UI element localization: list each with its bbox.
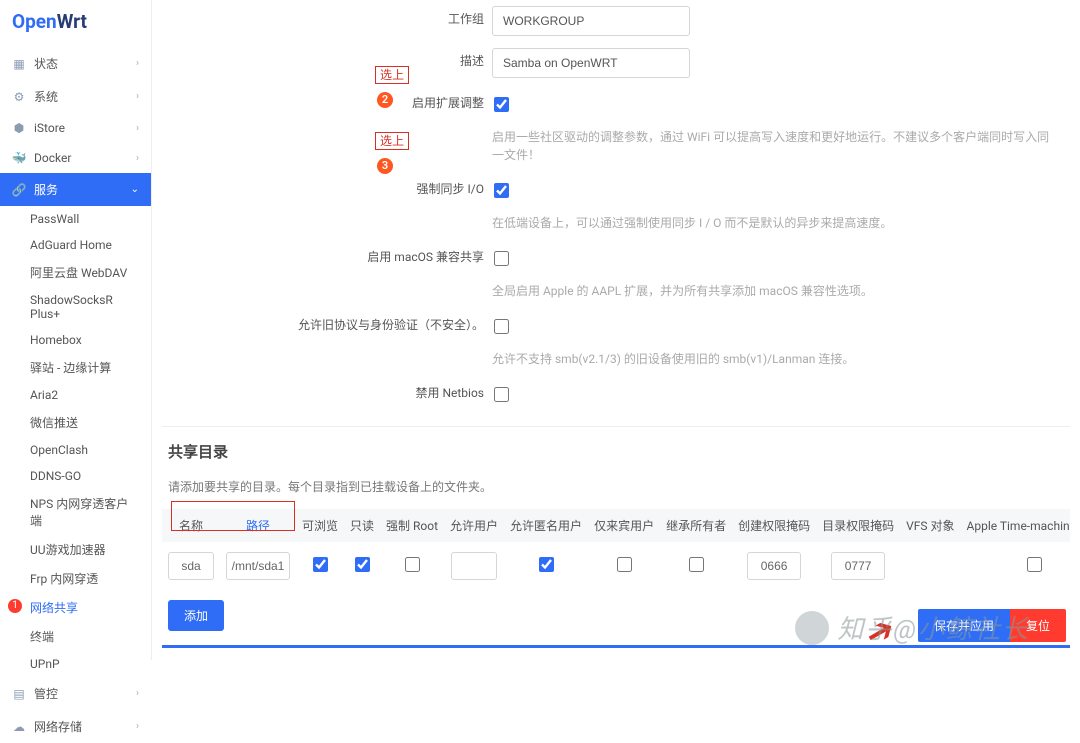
label-macos: 启用 macOS 兼容共享 (162, 242, 492, 265)
chevron-down-icon: ⌄ (131, 184, 139, 195)
chevron-right-icon: › (136, 153, 139, 164)
th-cmask: 创建权限掩码 (732, 509, 816, 542)
share-apple-checkbox[interactable] (1027, 557, 1042, 572)
legacy-checkbox[interactable] (494, 319, 509, 334)
shares-desc: 请添加要共享的目录。每个目录指到已挂载设备上的文件夹。 (152, 466, 1080, 509)
netbios-checkbox[interactable] (494, 387, 509, 402)
add-button[interactable]: 添加 (168, 600, 224, 631)
sidebar-item-system[interactable]: ⚙系统› (0, 80, 151, 113)
share-readonly-checkbox[interactable] (355, 557, 370, 572)
sidebar: OpenWrt ▦状态› ⚙系统› ⬢iStore› 🐳Docker› 🔗服务⌄… (0, 0, 152, 660)
label-desc: 描述 (162, 46, 492, 69)
share-allow-input[interactable] (451, 552, 497, 580)
share-guest-checkbox[interactable] (617, 557, 632, 572)
th-guest: 仅来宾用户 (588, 509, 660, 542)
save-apply-button[interactable]: 保存并应用 (918, 609, 1010, 642)
chevron-right-icon: › (136, 58, 139, 69)
help-macos: 全局启用 Apple 的 AAPL 扩展，并为所有共享添加 macOS 兼容性选… (492, 282, 1052, 300)
th-dmask: 目录权限掩码 (816, 509, 900, 542)
label-workgroup: 工作组 (162, 4, 492, 27)
table-row (162, 542, 1070, 590)
sliders-icon: ▤ (12, 687, 26, 701)
share-browse-checkbox[interactable] (313, 557, 328, 572)
sub-nps[interactable]: NPS 内网穿透客户端 (0, 489, 151, 535)
help-sync-io: 在低端设备上，可以通过强制使用同步 I / O 而不是默认的异步来提高速度。 (492, 214, 1052, 232)
shares-table: 名称 路径 可浏览 只读 强制 Root 允许用户 允许匿名用户 仅来宾用户 继… (162, 509, 1070, 590)
description-input[interactable] (492, 48, 690, 78)
sidebar-menu: ▦状态› ⚙系统› ⬢iStore› 🐳Docker› 🔗服务⌄ PassWal… (0, 47, 151, 743)
annot-num-2: 2 (377, 92, 393, 108)
th-root: 强制 Root (380, 509, 444, 542)
sub-terminal[interactable]: 终端 (0, 622, 151, 651)
th-readonly: 只读 (344, 509, 380, 542)
th-inherit: 继承所有者 (660, 509, 732, 542)
share-dmask-input[interactable] (831, 552, 885, 580)
label-sync-io: 强制同步 I/O (162, 174, 492, 197)
annot-num-3: 3 (377, 158, 393, 174)
sub-homebox[interactable]: Homebox (0, 327, 151, 353)
sync-io-checkbox[interactable] (494, 183, 509, 198)
share-cmask-input[interactable] (747, 552, 801, 580)
annot-select-2: 选上 (375, 132, 409, 150)
sub-adguard[interactable]: AdGuard Home (0, 232, 151, 258)
sidebar-item-services[interactable]: 🔗服务⌄ (0, 173, 151, 206)
share-name-input[interactable] (168, 552, 214, 580)
progress-bar (162, 645, 1070, 648)
help-legacy: 允许不支持 smb(v2.1/3) 的旧设备使用旧的 smb(v1)/Lanma… (492, 350, 1052, 368)
share-inherit-checkbox[interactable] (689, 557, 704, 572)
sub-uu[interactable]: UU游戏加速器 (0, 535, 151, 564)
chevron-right-icon: › (136, 91, 139, 102)
brand-logo: OpenWrt (0, 0, 151, 47)
chevron-right-icon: › (136, 123, 139, 134)
sidebar-item-istore[interactable]: ⬢iStore› (0, 113, 151, 143)
label-netbios: 禁用 Netbios (162, 378, 492, 401)
sub-passwall[interactable]: PassWall (0, 206, 151, 232)
storage-icon: ☁ (12, 720, 26, 734)
sub-webdav[interactable]: 阿里云盘 WebDAV (0, 258, 151, 287)
sub-wechat[interactable]: 微信推送 (0, 408, 151, 437)
label-legacy: 允许旧协议与身份验证（不安全）。 (162, 310, 492, 333)
reset-button[interactable]: 复位 (1010, 609, 1066, 642)
main-content: 工作组 描述 启用扩展调整启用一些社区驱动的调整参数，通过 WiFi 可以提高写… (152, 0, 1080, 660)
label-ext-tuning: 启用扩展调整 (162, 88, 492, 111)
badge-icon: 1 (8, 599, 22, 613)
help-ext-tuning: 启用一些社区驱动的调整参数，通过 WiFi 可以提高写入速度和更好地运行。不建议… (492, 128, 1052, 164)
sub-ddnsgo[interactable]: DDNS-GO (0, 463, 151, 489)
shares-title: 共享目录 (152, 427, 1080, 466)
sub-upnp[interactable]: UPnP (0, 651, 151, 677)
sub-edge[interactable]: 驿站 - 边缘计算 (0, 353, 151, 382)
annot-select-1: 选上 (375, 66, 409, 84)
dashboard-icon: ▦ (12, 57, 26, 71)
sidebar-item-control[interactable]: ▤管控› (0, 677, 151, 710)
chevron-right-icon: › (136, 688, 139, 699)
share-path-input[interactable] (226, 552, 290, 580)
macos-checkbox[interactable] (494, 251, 509, 266)
th-allow: 允许用户 (444, 509, 504, 542)
sidebar-item-docker[interactable]: 🐳Docker› (0, 143, 151, 173)
gear-icon: ⚙ (12, 90, 26, 104)
link-icon: 🔗 (12, 183, 26, 197)
chevron-right-icon: › (136, 721, 139, 732)
share-root-checkbox[interactable] (405, 557, 420, 572)
th-browse: 可浏览 (296, 509, 344, 542)
cube-icon: ⬢ (12, 121, 26, 135)
sub-openclash[interactable]: OpenClash (0, 437, 151, 463)
docker-icon: 🐳 (12, 151, 26, 165)
th-anon: 允许匿名用户 (504, 509, 588, 542)
share-anon-checkbox[interactable] (539, 557, 554, 572)
sidebar-item-nas[interactable]: ☁网络存储› (0, 710, 151, 743)
sub-networkshare[interactable]: 1网络共享 (0, 593, 151, 622)
sub-ssrplus[interactable]: ShadowSocksR Plus+ (0, 287, 151, 327)
th-name: 名称 (162, 509, 220, 542)
workgroup-input[interactable] (492, 6, 690, 36)
sub-frp[interactable]: Frp 内网穿透 (0, 564, 151, 593)
th-path[interactable]: 路径 (220, 509, 296, 542)
ext-tuning-checkbox[interactable] (494, 97, 509, 112)
th-apple-tm: Apple Time-machine 共享 (961, 509, 1070, 542)
th-vfs: VFS 对象 (900, 509, 960, 542)
sidebar-item-status[interactable]: ▦状态› (0, 47, 151, 80)
sub-aria2[interactable]: Aria2 (0, 382, 151, 408)
